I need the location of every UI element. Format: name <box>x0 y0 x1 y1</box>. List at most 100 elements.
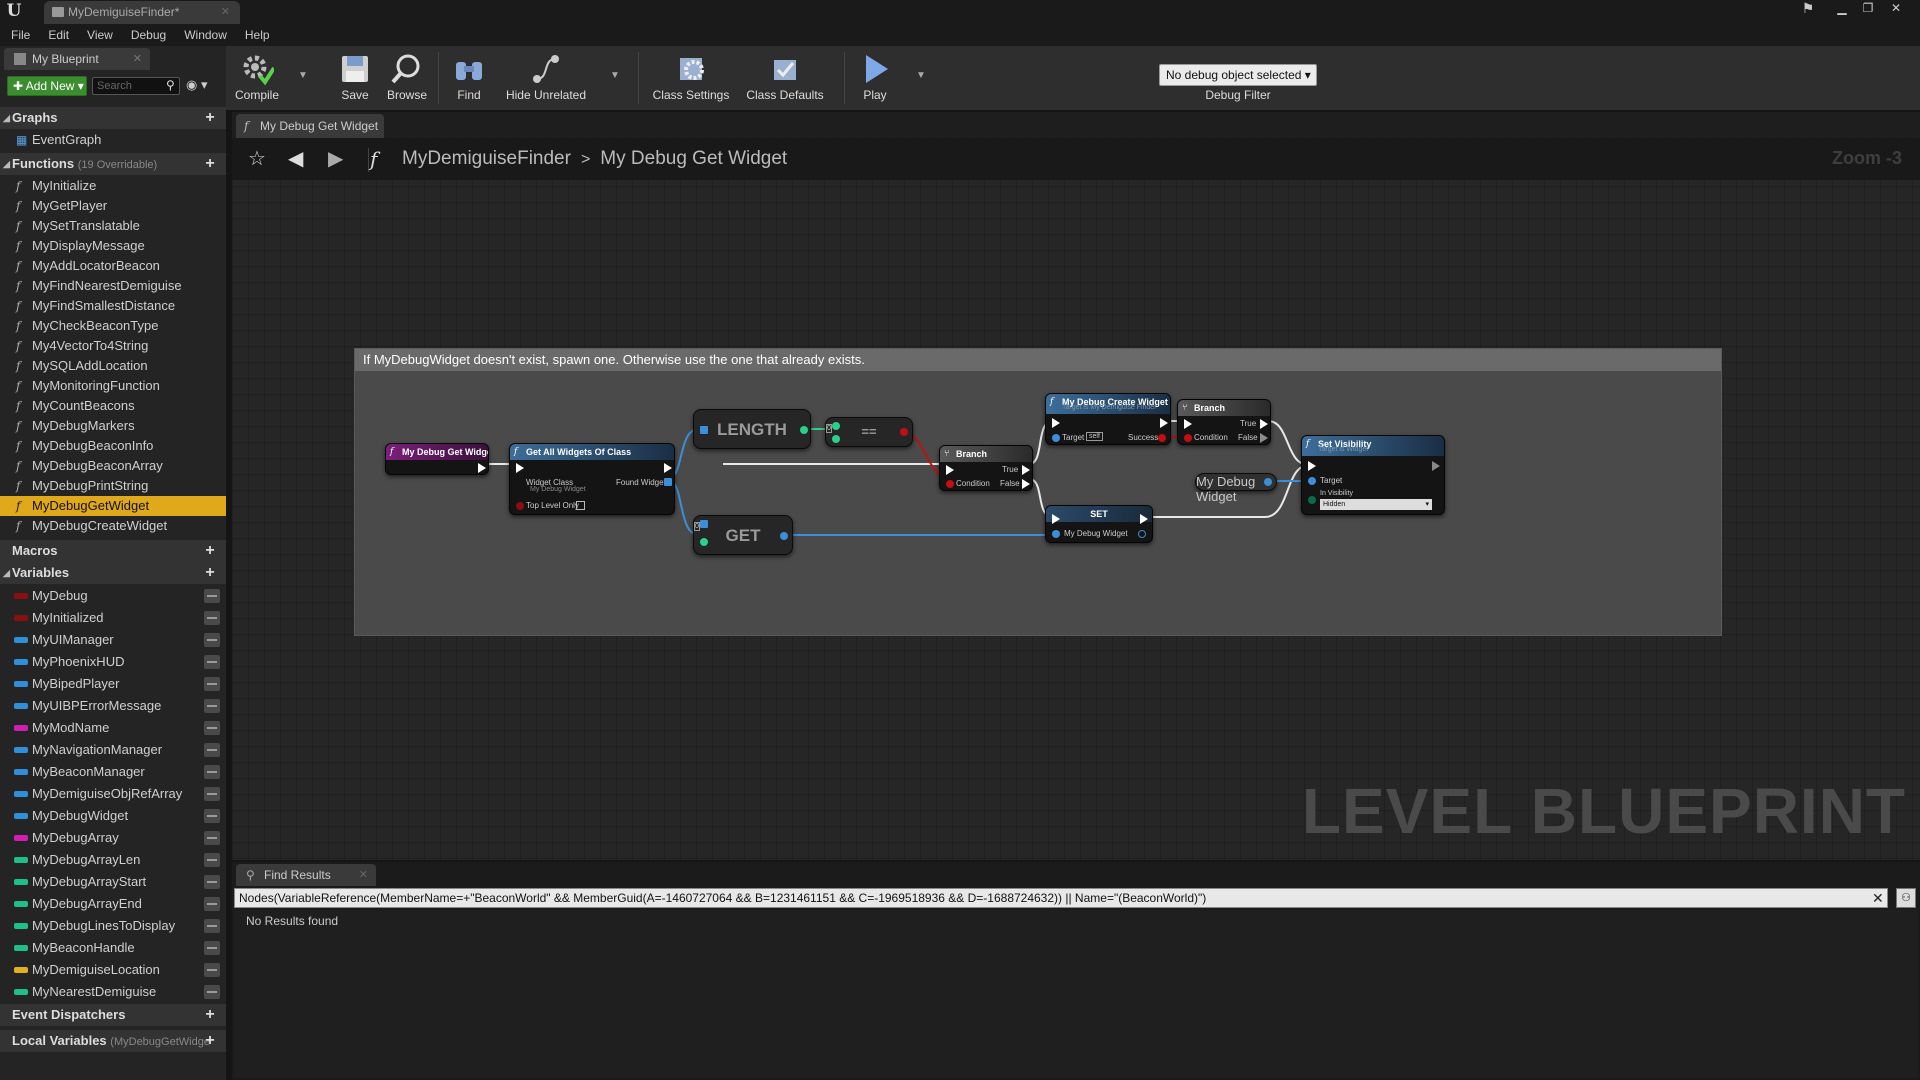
collapse-triangle-icon[interactable]: ◢ <box>3 562 10 584</box>
hide-unrelated-button[interactable]: Hide Unrelated <box>498 48 594 108</box>
class-settings-button[interactable]: Class Settings <box>646 48 736 108</box>
set-visibility-target-pin[interactable] <box>1308 477 1316 485</box>
exec-in-pin[interactable] <box>1184 419 1192 429</box>
get-out-pin[interactable] <box>780 532 788 540</box>
variable-visibility-icon[interactable] <box>204 853 220 867</box>
exec-out-pin[interactable] <box>478 463 486 473</box>
function-item[interactable]: f MyDisplayMessage <box>0 236 226 256</box>
maximize-button[interactable]: ❐ <box>1856 0 1880 18</box>
play-button[interactable]: Play <box>850 48 900 108</box>
equals-out-pin[interactable] <box>900 428 908 436</box>
close-window-button[interactable]: ✕ <box>1884 0 1908 18</box>
function-item[interactable]: f MyDebugBeaconInfo <box>0 436 226 456</box>
search-icon[interactable]: ⚲ <box>166 78 180 92</box>
exec-in-pin[interactable] <box>1052 514 1060 524</box>
condition-pin[interactable] <box>1184 434 1192 442</box>
getter-out-pin[interactable] <box>1264 478 1272 486</box>
graph-tab-my-debug-get-widget[interactable]: f My Debug Get Widget <box>236 114 384 138</box>
find-in-all-blueprints-icon[interactable]: ⚇ <box>1896 888 1916 908</box>
exec-in-pin[interactable] <box>946 465 954 475</box>
add-macro-icon[interactable]: + <box>202 543 218 559</box>
false-exec-pin[interactable] <box>1022 479 1030 489</box>
function-item[interactable]: f MyFindNearestDemiguise <box>0 276 226 296</box>
variable-visibility-icon[interactable] <box>204 611 220 625</box>
menu-help[interactable]: Help <box>236 24 279 46</box>
length-out-pin[interactable] <box>800 426 808 434</box>
add-function-icon[interactable]: + <box>202 156 218 172</box>
exec-out-pin[interactable] <box>1140 514 1148 524</box>
variable-visibility-icon[interactable] <box>204 941 220 955</box>
function-item[interactable]: f MyAddLocatorBeacon <box>0 256 226 276</box>
variable-visibility-icon[interactable] <box>204 919 220 933</box>
find-results-tab[interactable]: ⚲ Find Results ✕ <box>236 864 376 886</box>
set-out-pin[interactable] <box>1138 530 1146 538</box>
success-pin[interactable] <box>1158 434 1166 442</box>
find-query-input[interactable]: Nodes(VariableReference(MemberName=+"Bea… <box>234 888 1888 908</box>
menu-edit[interactable]: Edit <box>39 24 78 46</box>
branch-node[interactable]: ⑂ Branch True Condition False <box>939 445 1033 491</box>
add-variable-icon[interactable]: + <box>202 565 218 581</box>
variable-item[interactable]: MyBeaconHandle <box>0 937 226 959</box>
browse-button[interactable]: Browse <box>382 48 432 108</box>
false-exec-pin[interactable] <box>1260 433 1268 443</box>
collapse-triangle-icon[interactable]: ◢ <box>3 107 10 129</box>
function-item[interactable]: f MyDebugMarkers <box>0 416 226 436</box>
get-array-pin[interactable] <box>700 520 708 528</box>
add-local-variable-icon[interactable]: + <box>202 1033 218 1049</box>
get-index-pin[interactable] <box>700 538 708 546</box>
true-exec-pin[interactable] <box>1260 419 1268 429</box>
function-item[interactable]: f MyDebugCreateWidget <box>0 516 226 536</box>
variable-item[interactable]: MyDebug <box>0 585 226 607</box>
compile-button[interactable]: Compile <box>232 48 282 108</box>
function-item[interactable]: f MyGetPlayer <box>0 196 226 216</box>
top-level-only-checkbox[interactable] <box>576 501 585 510</box>
variable-visibility-icon[interactable] <box>204 655 220 669</box>
function-item[interactable]: f MySQLAddLocation <box>0 356 226 376</box>
graph-editor[interactable]: ☆ ◀ ▶ f MyDemiguiseFinder > My Debug Get W… <box>232 138 1920 860</box>
view-options-icon[interactable]: ◉ ▾ <box>186 77 216 95</box>
variable-visibility-icon[interactable] <box>204 985 220 999</box>
in-visibility-dropdown[interactable]: Hidden ▾ <box>1320 499 1432 510</box>
variable-visibility-icon[interactable] <box>204 809 220 823</box>
close-tab-icon[interactable]: ✕ <box>133 48 142 70</box>
exec-in-pin[interactable] <box>516 463 524 473</box>
exec-out-pin[interactable] <box>1432 461 1440 471</box>
add-graph-icon[interactable]: + <box>202 110 218 126</box>
source-control-icon[interactable]: ⚑ <box>1796 0 1820 18</box>
function-item[interactable]: f MyDebugGetWidget <box>0 496 226 516</box>
variable-item[interactable]: MyDebugArrayEnd <box>0 893 226 915</box>
variable-visibility-icon[interactable] <box>204 589 220 603</box>
save-button[interactable]: Save <box>332 48 378 108</box>
variable-item[interactable]: MyPhoenixHUD <box>0 651 226 673</box>
variable-visibility-icon[interactable] <box>204 765 220 779</box>
equals-b-pin[interactable] <box>832 435 840 443</box>
comment-box[interactable]: If MyDebugWidget doesn't exist, spawn on… <box>354 348 1722 636</box>
set-value-pin[interactable] <box>1052 530 1060 538</box>
variable-visibility-icon[interactable] <box>204 633 220 647</box>
length-node[interactable]: LENGTH <box>693 409 811 449</box>
variable-visibility-icon[interactable] <box>204 787 220 801</box>
variable-item[interactable]: MyModName <box>0 717 226 739</box>
back-arrow-icon[interactable]: ◀ <box>288 148 303 170</box>
variable-item[interactable]: MyDemiguiseObjRefArray <box>0 783 226 805</box>
menu-file[interactable]: File <box>2 24 39 46</box>
function-item[interactable]: f MyCountBeacons <box>0 396 226 416</box>
variable-visibility-icon[interactable] <box>204 963 220 977</box>
variable-item[interactable]: MyDebugWidget <box>0 805 226 827</box>
favorite-star-icon[interactable]: ☆ <box>248 148 266 170</box>
branch-node-2[interactable]: ⑂ Branch True Condition False <box>1177 399 1271 445</box>
add-new-button[interactable]: ✚ Add New ▾ <box>7 76 87 96</box>
function-item[interactable]: f MyCheckBeaconType <box>0 316 226 336</box>
array-in-pin[interactable] <box>700 426 708 434</box>
variable-item[interactable]: MyUIManager <box>0 629 226 651</box>
close-tab-icon[interactable]: ✕ <box>359 864 368 886</box>
menu-window[interactable]: Window <box>175 24 236 46</box>
true-exec-pin[interactable] <box>1022 465 1030 475</box>
document-tab[interactable]: MyDemiguiseFinder* ✕ <box>44 1 240 24</box>
collapse-triangle-icon[interactable]: ◢ <box>3 153 10 175</box>
variable-visibility-icon[interactable] <box>204 831 220 845</box>
exec-in-pin[interactable] <box>1052 418 1060 428</box>
variable-item[interactable]: MyDebugArrayStart <box>0 871 226 893</box>
add-event-dispatcher-icon[interactable]: + <box>202 1007 218 1023</box>
breadcrumb-root[interactable]: MyDemiguiseFinder <box>402 148 571 169</box>
